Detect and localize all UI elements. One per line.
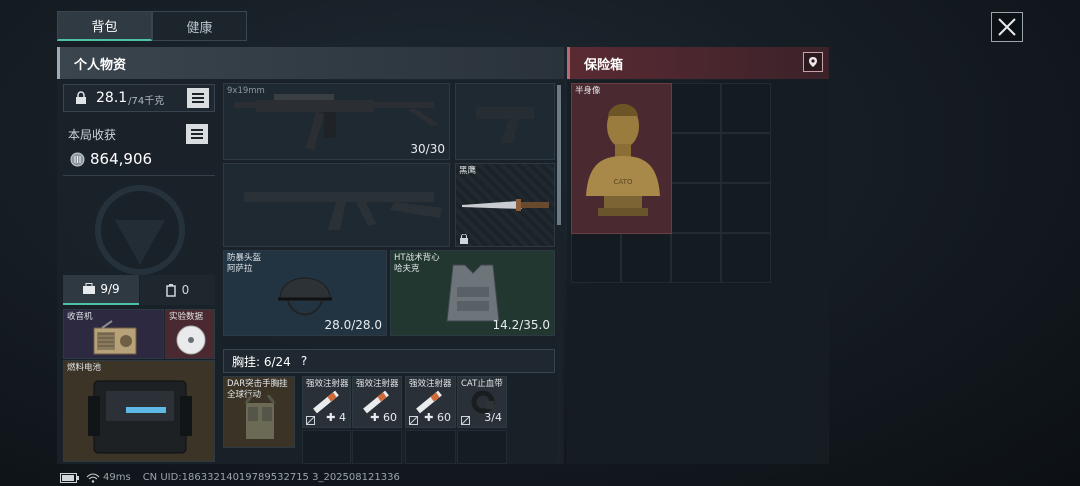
radio-icon: [93, 320, 137, 355]
vest-label: HT战术背心 哈夫克: [394, 253, 440, 274]
chest-rig-item-2[interactable]: 强效注射器 ✚ 60: [352, 376, 402, 428]
personal-items-title: 个人物资: [74, 57, 127, 73]
pistol-slot[interactable]: [455, 83, 555, 160]
bust-item[interactable]: 半身像 CATO: [571, 83, 672, 234]
coin-icon: [70, 152, 85, 166]
tool-bag-count: 9/9: [100, 282, 120, 296]
experiment-data-label: 实验数据: [169, 312, 204, 322]
tool-bag-tab[interactable]: 9/9: [63, 275, 139, 305]
lock-weight-icon: [76, 91, 86, 104]
chest-rig-slot[interactable]: DAR突击手胸挂 全球行动: [223, 376, 295, 448]
injector-count-value-1: 4: [339, 411, 346, 424]
chest-rig-icon: [244, 395, 276, 439]
haul-value-row: 864,906: [70, 150, 152, 168]
chest-rig-item-1[interactable]: 强效注射器 ✚ 4: [302, 376, 351, 428]
tab-backpack[interactable]: 背包: [57, 11, 152, 41]
case-bag-tab[interactable]: 0: [140, 275, 215, 305]
injector-count-2: ✚ 60: [370, 411, 397, 424]
rifle-silhouette-icon: [244, 192, 442, 230]
close-icon: [998, 18, 1016, 36]
empty-rig-slot[interactable]: [457, 430, 507, 464]
statue-inscription: CATO: [614, 178, 633, 186]
no-drop-icon: [461, 416, 470, 425]
container-icon: [165, 283, 176, 297]
haul-label: 本局收获: [68, 128, 117, 142]
close-button[interactable]: [991, 12, 1023, 42]
status-bar: 49ms CN UID:18633214019789532715 3_20250…: [60, 472, 400, 483]
disc-icon: [176, 325, 206, 355]
scrollbar-track[interactable]: [557, 85, 561, 463]
injector-count-1: ✚ 4: [326, 411, 346, 424]
safe-box-header: 保险箱: [567, 47, 829, 79]
vest-durability: 14.2/35.0: [492, 318, 550, 332]
haul-value: 864,906: [90, 150, 153, 168]
safe-box-title: 保险箱: [584, 57, 624, 73]
radio-item[interactable]: 收音机: [63, 309, 164, 359]
wifi-icon: [86, 473, 100, 483]
chest-rig-header: 胸挂: 6/24 ?: [223, 349, 555, 373]
primary-weapon-slot[interactable]: 9x19mm 30/30: [223, 83, 450, 160]
fuel-cell-item[interactable]: 燃料电池: [63, 360, 215, 462]
primary-ammo: 30/30: [410, 142, 445, 156]
case-bag-count: 0: [181, 283, 190, 297]
weight-row: 28.1 /74千克: [63, 84, 215, 112]
no-drop-icon: [306, 416, 315, 425]
weight-max: /74千克: [128, 95, 165, 107]
ping-value: 49ms: [103, 472, 131, 483]
vest-slot[interactable]: HT战术背心 哈夫克 14.2/35.0: [390, 250, 555, 336]
map-pin-icon: [809, 57, 817, 67]
tourniquet-count: 3/4: [484, 411, 502, 424]
radio-label: 收音机: [67, 312, 93, 322]
tab-health[interactable]: 健康: [152, 11, 247, 41]
knife-label: 黑鹰: [459, 166, 477, 176]
no-drop-icon: [409, 416, 418, 425]
haul-list-button[interactable]: [186, 124, 208, 144]
helmet-durability: 28.0/28.0: [324, 318, 382, 332]
secondary-weapon-slot[interactable]: [223, 163, 450, 247]
knife-icon: [462, 199, 549, 211]
chest-rig-item-3[interactable]: 强效注射器 ✚ 60: [405, 376, 456, 428]
personal-items-header: 个人物资: [57, 47, 564, 79]
lock-icon: [460, 234, 468, 244]
helmet-slot[interactable]: 防暴头盔 阿萨拉 28.0/28.0: [223, 250, 387, 336]
empty-rig-slot[interactable]: [302, 430, 351, 464]
briefcase-icon: [83, 283, 96, 294]
list-icon: [192, 93, 204, 103]
fuel-cell-icon: [88, 380, 192, 454]
helmet-label: 防暴头盔 阿萨拉: [227, 253, 262, 274]
weight-list-button[interactable]: [187, 88, 209, 108]
pistol-silhouette-icon: [476, 107, 534, 143]
faction-emblem-watermark: [95, 185, 185, 275]
empty-rig-slot[interactable]: [405, 430, 456, 464]
weight-value: 28.1: [96, 90, 128, 106]
injector-count-value-2: 60: [383, 411, 397, 424]
chest-rig-title: 胸挂: 6/24: [232, 354, 291, 369]
locate-button[interactable]: [803, 52, 823, 72]
list-icon: [191, 129, 203, 139]
empty-rig-slot[interactable]: [352, 430, 402, 464]
divider: [63, 175, 215, 176]
scrollbar-thumb[interactable]: [557, 85, 561, 225]
bust-statue-icon: CATO: [586, 104, 660, 216]
uid-text: CN UID:18633214019789532715 3_2025081213…: [142, 472, 400, 483]
chest-rig-item-4[interactable]: CAT止血带 3/4: [457, 376, 507, 428]
injector-count-3: ✚ 60: [424, 411, 451, 424]
helmet-icon: [278, 277, 332, 316]
help-icon[interactable]: ?: [301, 354, 307, 368]
injector-count-value-3: 60: [437, 411, 451, 424]
battery-icon: [60, 472, 79, 483]
knife-slot[interactable]: 黑鹰: [455, 163, 555, 247]
experiment-data-item[interactable]: 实验数据: [165, 309, 215, 359]
